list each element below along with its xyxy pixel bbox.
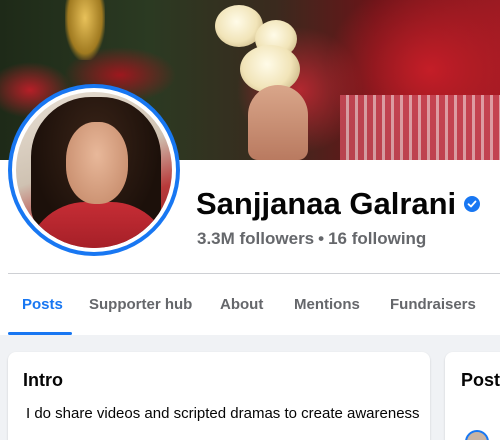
cover-lamp-decoration [65,0,105,60]
avatar-photo [16,92,172,248]
tab-supporter-hub[interactable]: Supporter hub [89,274,192,335]
avatar-face [66,122,128,204]
profile-name: Sanjjanaa Galrani [196,186,457,221]
checkmark-icon [467,200,477,208]
profile-avatar[interactable] [8,84,180,256]
intro-bio: I do share videos and scripted dramas to… [26,405,420,422]
posts-card-title: Post [461,370,500,390]
profile-tabs: Posts Supporter hub About Mentions Fundr… [0,274,500,335]
stats-separator: • [318,229,325,248]
cover-hand [248,85,308,160]
tab-fundraisers[interactable]: Fundraisers [390,274,476,335]
posts-card: Post [445,352,500,440]
tab-posts[interactable]: Posts [22,274,63,335]
followers-link[interactable]: 3.3M followers [197,229,314,248]
verified-check-icon[interactable] [464,196,481,212]
profile-name-row: Sanjjanaa Galrani [196,186,481,222]
tab-about[interactable]: About [220,274,263,335]
intro-title: Intro [23,370,63,390]
profile-stats: 3.3M followers • 16 following [197,229,426,249]
following-link[interactable]: 16 following [328,229,426,248]
intro-card: Intro I do share videos and scripted dra… [8,352,430,440]
active-tab-indicator [8,332,72,335]
avatar-border [12,88,176,252]
cover-embroidery [340,95,500,160]
tab-mentions[interactable]: Mentions [294,274,360,335]
